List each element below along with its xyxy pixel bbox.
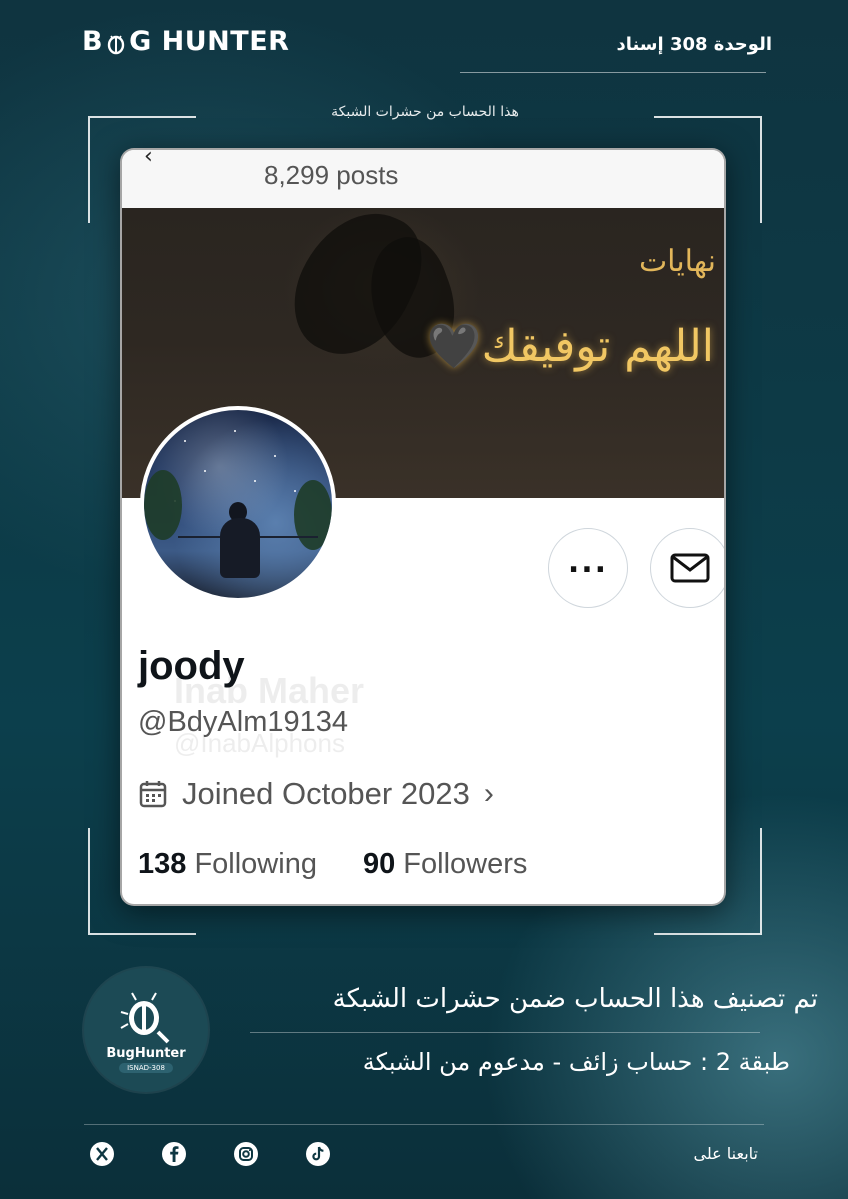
- followers-link[interactable]: 90 Followers: [363, 848, 527, 881]
- followers-count: 90: [362, 848, 396, 880]
- profile-screenshot-card: ‹ 8,299 posts نهايات اللهم توفيقك🖤 ... I…: [120, 148, 726, 906]
- x-icon[interactable]: [88, 1140, 116, 1168]
- facebook-icon[interactable]: [160, 1140, 188, 1168]
- header-divider: [460, 72, 766, 73]
- brand-logo: B G HUNTER: [82, 26, 289, 57]
- instagram-icon[interactable]: [232, 1140, 260, 1168]
- classification-title: تم تصنيف هذا الحساب ضمن حشرات الشبكة: [332, 984, 818, 1014]
- follow-us-label: تابعنا على: [693, 1144, 758, 1163]
- more-dots-icon: ...: [567, 545, 609, 580]
- badge-text: BugHunter: [106, 1045, 186, 1061]
- more-options-button[interactable]: ...: [548, 528, 628, 608]
- banner-text-1: نهايات: [638, 244, 716, 279]
- frame-caption: هذا الحساب من حشرات الشبكة: [331, 104, 519, 120]
- back-arrow-icon[interactable]: ‹: [144, 150, 153, 169]
- user-handle: @BdyAlm19134: [138, 706, 348, 738]
- footer-divider: [84, 1124, 764, 1125]
- joined-date-row: Joined October 2023 ›: [138, 776, 494, 812]
- bughunter-badge: BugHunter ISNAD-308: [84, 968, 208, 1092]
- bug-magnifier-icon: [120, 992, 170, 1043]
- plant-shape: [294, 480, 332, 550]
- bug-icon: [105, 31, 127, 54]
- figure-body: [220, 518, 260, 578]
- posts-count: 8,299 posts: [264, 160, 399, 190]
- message-button[interactable]: [650, 528, 724, 608]
- display-name: joody: [138, 644, 245, 688]
- joined-date: Joined October 2023: [182, 776, 470, 811]
- following-link[interactable]: 138 Following: [138, 848, 317, 881]
- banner-text-2: اللهم توفيقك🖤: [426, 321, 714, 372]
- plant-shape: [144, 470, 182, 540]
- mail-icon: [670, 553, 710, 583]
- classification-tier: طبقة 2 : حساب زائف - مدعوم من الشبكة: [362, 1048, 790, 1076]
- unit-label: الوحدة 308 إسناد: [616, 34, 772, 55]
- brand-right: G HUNTER: [129, 26, 290, 57]
- avatar[interactable]: [140, 406, 336, 602]
- chevron-right-icon[interactable]: ›: [484, 777, 494, 811]
- tiktok-icon[interactable]: [304, 1140, 332, 1168]
- brand-left: B: [82, 26, 104, 57]
- badge-tag: ISNAD-308: [119, 1062, 173, 1073]
- calendar-icon: [139, 781, 167, 808]
- following-label: Following: [194, 848, 317, 880]
- follow-stats: 138 Following 90 Followers: [138, 848, 527, 881]
- profile-topbar: ‹ 8,299 posts: [122, 150, 724, 209]
- followers-label: Followers: [403, 848, 528, 880]
- following-count: 138: [138, 848, 187, 880]
- classification-divider: [250, 1032, 760, 1033]
